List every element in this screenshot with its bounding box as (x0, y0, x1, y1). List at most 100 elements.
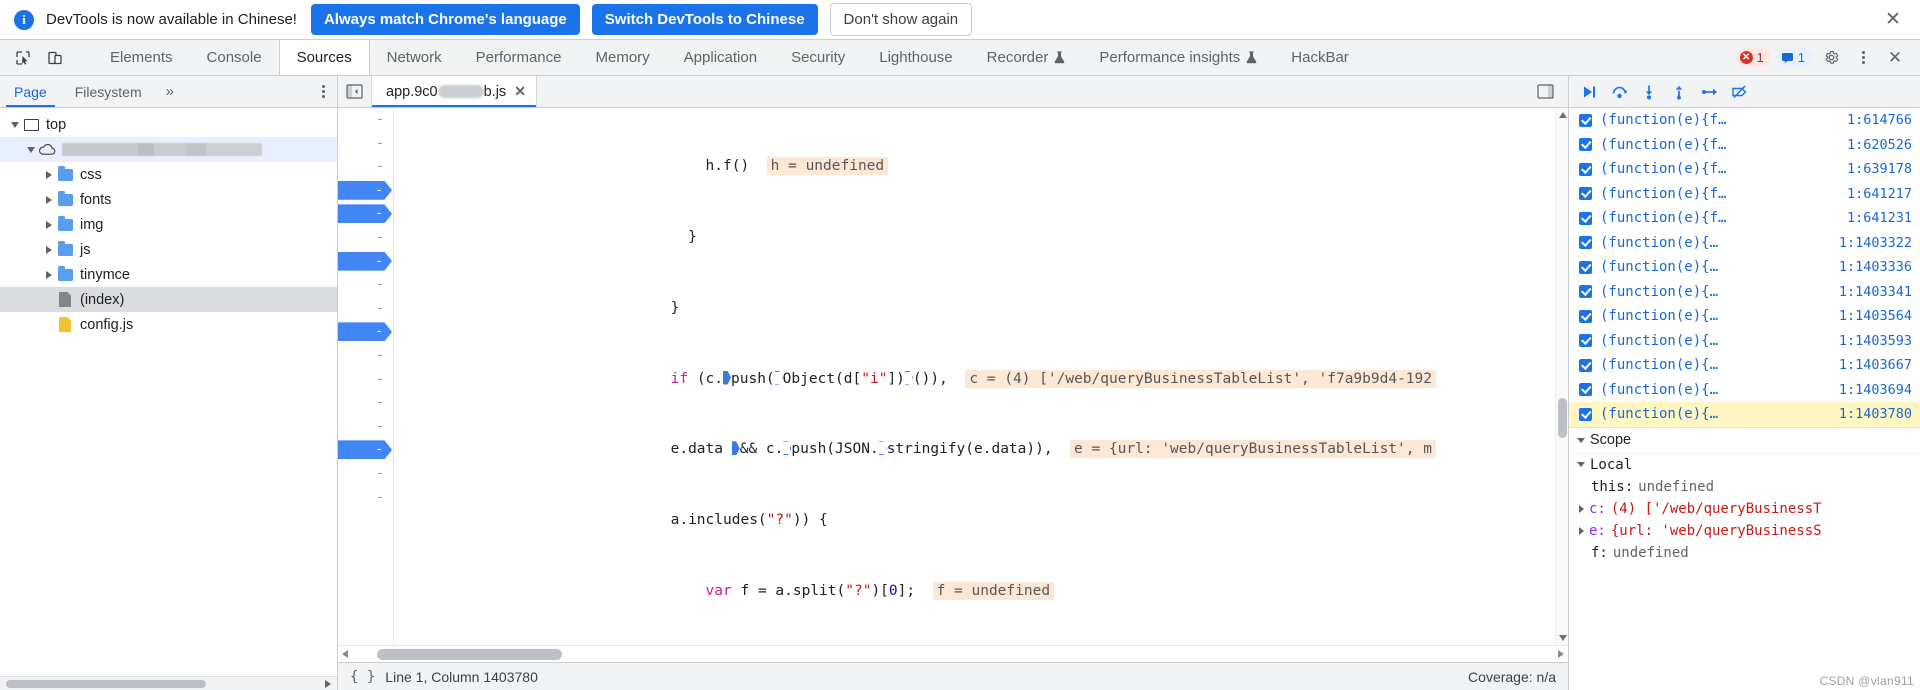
code-line[interactable]: h.f() h = undefined (400, 155, 1568, 179)
scope-row-this[interactable]: this: undefined (1569, 476, 1920, 498)
gutter-line[interactable]: - (338, 368, 393, 392)
tree-item-js[interactable]: js (0, 237, 337, 262)
step-icon[interactable] (1695, 80, 1723, 104)
breakpoint-row[interactable]: (function(e){… 1:1403593 (1569, 329, 1920, 354)
breakpoint-checkbox[interactable] (1579, 334, 1592, 348)
step-over-icon[interactable] (1605, 80, 1633, 104)
code-line[interactable]: } (400, 297, 1568, 321)
error-count-badge[interactable]: ✕ 1 (1735, 48, 1771, 67)
scroll-up-arrow-icon[interactable] (1559, 112, 1567, 118)
tab-sources[interactable]: Sources (278, 40, 370, 75)
gutter-line-breakpoint[interactable]: - (338, 250, 393, 274)
tab-performance[interactable]: Performance (459, 40, 579, 75)
breakpoint-row[interactable]: (function(e){… 1:1403694 (1569, 378, 1920, 403)
breakpoint-row[interactable]: (function(e){f… 1:639178 (1569, 157, 1920, 182)
chevron-right-icon[interactable] (42, 168, 56, 182)
inspect-element-icon[interactable] (10, 45, 36, 71)
breakpoint-checkbox[interactable] (1579, 211, 1592, 225)
tree-item-css[interactable]: css (0, 162, 337, 187)
gutter-line[interactable]: - (338, 344, 393, 368)
deactivate-breakpoints-icon[interactable] (1725, 80, 1753, 104)
code-line[interactable]: } (400, 226, 1568, 250)
code-content[interactable]: h.f() h = undefined } } if (c. push(Objec… (394, 108, 1568, 645)
breakpoint-row[interactable]: (function(e){… 1:1403341 (1569, 280, 1920, 305)
navigator-tab-page[interactable]: Page (0, 76, 61, 107)
gutter-line[interactable]: - (338, 486, 393, 510)
navigator-tab-filesystem[interactable]: Filesystem (61, 76, 156, 107)
toggle-debugger-sidebar-icon[interactable] (1532, 79, 1558, 105)
gutter-line[interactable]: - (338, 108, 393, 132)
gutter-line[interactable]: - (338, 391, 393, 415)
chevron-right-icon[interactable] (42, 218, 56, 232)
breakpoint-row[interactable]: (function(e){f… 1:641217 (1569, 182, 1920, 207)
tab-security[interactable]: Security (774, 40, 862, 75)
breakpoint-checkbox[interactable] (1579, 407, 1592, 421)
chevron-right-icon[interactable] (42, 268, 56, 282)
gutter-line[interactable]: - (338, 155, 393, 179)
message-count-badge[interactable]: 1 (1776, 48, 1812, 67)
navigator-horizontal-scrollbar[interactable] (0, 676, 337, 690)
breakpoint-row[interactable]: (function(e){f… 1:641231 (1569, 206, 1920, 231)
breakpoint-row[interactable]: (function(e){… 1:1403336 (1569, 255, 1920, 280)
code-editor[interactable]: - - - - - - - - - - - - - - - - - h.f() … (338, 108, 1568, 645)
code-line[interactable]: if (c. push(Object(d["i"]) ()), c = (4) ['… (400, 368, 1568, 392)
tab-console[interactable]: Console (190, 40, 279, 75)
device-toolbar-icon[interactable] (42, 45, 68, 71)
gutter-line[interactable]: - (338, 462, 393, 486)
tab-network[interactable]: Network (370, 40, 459, 75)
breakpoint-checkbox[interactable] (1579, 187, 1592, 201)
breakpoint-row[interactable]: (function(e){… 1:1403564 (1569, 304, 1920, 329)
scrollbar-thumb[interactable] (1558, 398, 1567, 438)
scope-row-c[interactable]: c: (4) ['/web/queryBusinessT (1569, 498, 1920, 520)
breakpoint-checkbox[interactable] (1579, 309, 1592, 323)
gutter-line[interactable]: - (338, 415, 393, 439)
scroll-right-arrow-icon[interactable] (325, 679, 331, 688)
more-navigator-tabs-icon[interactable]: » (156, 76, 184, 107)
breakpoint-checkbox[interactable] (1579, 285, 1592, 299)
gutter-line-current[interactable]: - (338, 438, 393, 462)
tree-item-top[interactable]: top (0, 112, 337, 137)
breakpoint-row[interactable]: (function(e){f… 1:614766 (1569, 108, 1920, 133)
tab-recorder[interactable]: Recorder (970, 40, 1083, 75)
gutter-line-breakpoint[interactable]: - (338, 179, 393, 203)
close-banner-icon[interactable]: ✕ (1882, 9, 1904, 31)
breakpoint-marker[interactable]: - (338, 251, 392, 271)
tree-item-img[interactable]: img (0, 212, 337, 237)
navigator-more-options-icon[interactable] (310, 76, 337, 107)
breakpoint-row[interactable]: (function(e){… 1:1403322 (1569, 231, 1920, 256)
dont-show-again-button[interactable]: Don't show again (829, 3, 973, 36)
breakpoint-checkbox[interactable] (1579, 358, 1592, 372)
scope-row-f[interactable]: f: undefined (1569, 542, 1920, 564)
scope-group-local[interactable]: Local (1569, 454, 1920, 476)
tab-performance-insights[interactable]: Performance insights (1082, 40, 1274, 75)
scrollbar-thumb[interactable] (377, 648, 562, 660)
breakpoint-marker[interactable]: - (338, 180, 392, 200)
breakpoint-checkbox[interactable] (1579, 236, 1592, 250)
gutter-line[interactable]: - (338, 297, 393, 321)
gear-icon[interactable] (1818, 45, 1844, 71)
tree-item-config-js[interactable]: config.js (0, 312, 337, 337)
code-line[interactable]: e.data && c. push(JSON. stringify(e.data))… (400, 438, 1568, 462)
breakpoint-checkbox[interactable] (1579, 113, 1592, 127)
breakpoint-checkbox[interactable] (1579, 138, 1592, 152)
scope-section-header[interactable]: Scope (1569, 427, 1920, 454)
line-number-gutter[interactable]: - - - - - - - - - - - - - - - - - (338, 108, 394, 645)
step-out-icon[interactable] (1665, 80, 1693, 104)
chevron-right-icon[interactable] (1579, 504, 1584, 513)
chevron-right-icon[interactable] (42, 193, 56, 207)
scrollbar-thumb[interactable] (6, 679, 206, 688)
breakpoint-marker-current[interactable]: - (338, 440, 392, 460)
tab-lighthouse[interactable]: Lighthouse (862, 40, 969, 75)
breakpoint-row[interactable]: (function(e){… 1:1403667 (1569, 353, 1920, 378)
code-line[interactable]: a.includes("?")) { (400, 509, 1568, 533)
breakpoint-marker[interactable]: - (338, 322, 392, 342)
always-match-language-button[interactable]: Always match Chrome's language (310, 4, 580, 35)
editor-vertical-scrollbar[interactable] (1555, 108, 1568, 645)
pretty-print-icon[interactable]: { } (350, 669, 375, 685)
chevron-down-icon[interactable] (24, 143, 38, 157)
chevron-down-icon[interactable] (8, 118, 22, 132)
scroll-down-arrow-icon[interactable] (1559, 635, 1567, 641)
breakpoint-row-active[interactable]: (function(e){… 1:1403780 (1569, 402, 1920, 427)
gutter-line[interactable]: - (338, 273, 393, 297)
tab-memory[interactable]: Memory (579, 40, 667, 75)
